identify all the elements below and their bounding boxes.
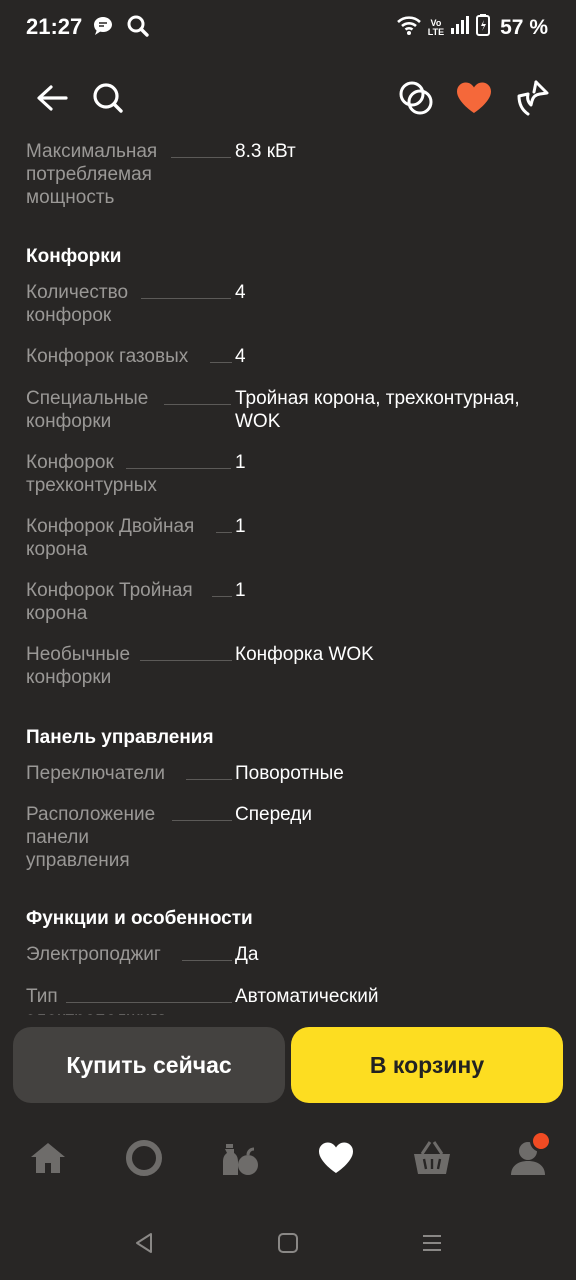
heart-icon (457, 82, 491, 113)
spec-value: Конфорка WOK (235, 644, 374, 665)
share-icon (517, 80, 549, 116)
spec-value: 4 (235, 282, 246, 303)
tab-home[interactable] (16, 1120, 80, 1196)
spec-label: Расположение панели управления (26, 804, 156, 871)
compare-button[interactable] (390, 70, 442, 126)
tab-profile[interactable] (496, 1120, 560, 1196)
bottom-tab-bar (0, 1120, 576, 1200)
spec-label: Количество конфорок (26, 282, 129, 326)
specifications-list: Максимальная потребляемая мощность 8.3 к… (0, 130, 576, 1015)
spec-value: 1 (235, 452, 246, 473)
section-title-burners: Конфорки (26, 246, 122, 267)
spec-label: Переключатели (26, 763, 165, 784)
compare-icon (399, 81, 433, 115)
spec-value: 1 (235, 580, 246, 601)
add-to-cart-button[interactable]: В корзину (291, 1027, 563, 1103)
system-back-button[interactable] (122, 1223, 166, 1263)
tab-favorites[interactable] (304, 1120, 368, 1196)
search-icon (93, 83, 123, 113)
top-nav (0, 70, 576, 130)
battery-icon (476, 14, 491, 41)
spec-label: Конфорок Двойная корона (26, 516, 195, 560)
spec-value: 1 (235, 516, 246, 537)
cart-icon (414, 1141, 450, 1174)
wifi-icon (396, 14, 422, 41)
spec-value: Автоматический (235, 986, 379, 1007)
alice-icon (126, 1140, 162, 1176)
favorites-icon (319, 1142, 353, 1173)
search-button[interactable] (82, 70, 134, 126)
spec-label: Конфорок Тройная корона (26, 580, 193, 624)
tab-catalog[interactable] (208, 1120, 272, 1196)
share-button[interactable] (506, 70, 558, 126)
home-icon (31, 1143, 65, 1173)
spec-value: Тройная корона, трехконтурная, WOK (235, 388, 520, 432)
spec-value: Да (235, 944, 259, 965)
buy-now-button[interactable]: Купить сейчас (13, 1027, 285, 1103)
tab-alice[interactable] (112, 1120, 176, 1196)
spec-label: Специальные конфорки (26, 388, 149, 432)
back-button[interactable] (26, 70, 78, 126)
spec-label: Максимальная потребляемая мощность (26, 141, 158, 208)
signal-icon (450, 15, 470, 40)
volte-indicator: Vo LTE (427, 17, 445, 37)
menu-lines-icon (423, 1235, 441, 1251)
back-triangle-icon (136, 1233, 152, 1253)
spec-label: Электроподжиг (26, 944, 161, 965)
system-navigation (0, 1205, 576, 1280)
home-square-icon (278, 1233, 298, 1253)
system-menu-button[interactable] (410, 1223, 454, 1263)
spec-value: Поворотные (235, 763, 344, 784)
system-home-button[interactable] (266, 1223, 310, 1263)
screen: 21:27 Vo LTE 57 % Максимальная потребляе… (0, 0, 576, 1280)
search-status-icon (126, 14, 150, 43)
purchase-bar: Купить сейчас В корзину (0, 1015, 576, 1115)
spec-label: Конфорок газовых (26, 346, 189, 367)
status-bar: 21:27 Vo LTE 57 % (0, 0, 576, 56)
notification-badge (530, 1130, 552, 1152)
status-time: 21:27 (26, 14, 83, 39)
section-title-features: Функции и особенности (26, 908, 253, 929)
spec-value: 4 (235, 346, 246, 367)
spec-value: 8.3 кВт (235, 141, 296, 162)
spec-label: Конфорок трехконтурных (26, 452, 157, 496)
favorite-button[interactable] (448, 70, 500, 126)
spec-value: Спереди (235, 804, 312, 825)
message-icon (92, 15, 114, 42)
tab-cart[interactable] (400, 1120, 464, 1196)
catalog-icon (223, 1144, 258, 1175)
battery-percent: 57 % (500, 15, 548, 39)
spec-label: Необычные конфорки (26, 644, 131, 688)
arrow-left-icon (37, 85, 68, 111)
spec-label: Тип электроподжига (26, 986, 167, 1015)
section-title-control-panel: Панель управления (26, 727, 214, 748)
